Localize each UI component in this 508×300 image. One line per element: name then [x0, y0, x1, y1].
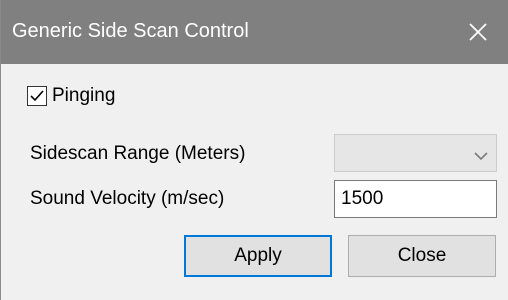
close-window-button[interactable] [448, 0, 508, 64]
title-bar[interactable]: Generic Side Scan Control [1, 0, 508, 64]
pinging-label[interactable]: Pinging [52, 84, 115, 108]
sound-velocity-label: Sound Velocity (m/sec) [30, 188, 225, 209]
sidescan-range-select[interactable] [334, 134, 497, 172]
checkmark-icon [29, 88, 45, 104]
sidescan-range-label: Sidescan Range (Meters) [30, 143, 246, 164]
apply-button[interactable]: Apply [184, 235, 332, 277]
chevron-down-icon [474, 148, 488, 166]
close-icon [469, 23, 487, 41]
window-title: Generic Side Scan Control [12, 20, 249, 42]
sound-velocity-input[interactable] [334, 180, 497, 218]
pinging-checkbox[interactable] [27, 86, 47, 106]
dialog-window: Generic Side Scan Control Pinging Sidesc… [0, 0, 508, 300]
pinging-checkbox-row[interactable]: Pinging [27, 83, 115, 109]
close-button[interactable]: Close [348, 235, 496, 277]
